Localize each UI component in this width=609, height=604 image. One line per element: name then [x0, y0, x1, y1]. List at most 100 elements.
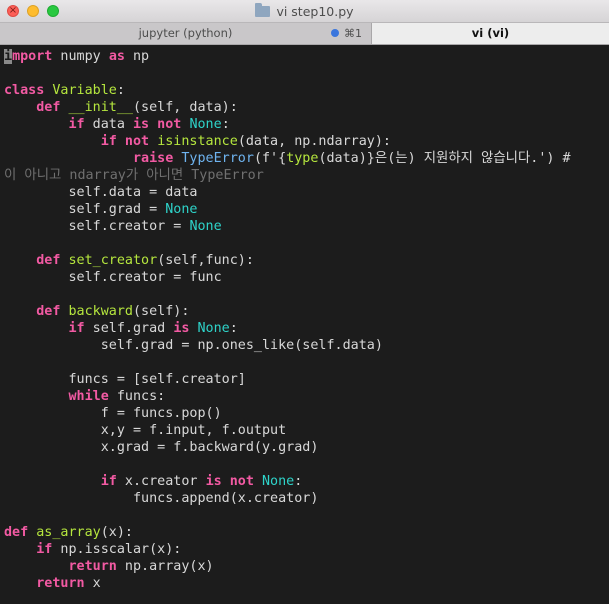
code-line[interactable]: import numpy as np: [4, 48, 149, 65]
code-token: None: [189, 219, 222, 234]
code-token: (self, data):: [133, 100, 238, 115]
code-token: (x):: [100, 525, 133, 540]
code-token: set_creator: [68, 253, 158, 268]
code-token: def: [4, 525, 29, 540]
code-token: def: [36, 304, 61, 319]
code-token: type: [286, 151, 319, 166]
title-bar: × vi step10.py: [0, 0, 609, 23]
code-line[interactable]: def backward(self):: [4, 303, 189, 320]
code-line[interactable]: funcs.append(x.creator): [4, 490, 318, 507]
code-token: TypeError: [181, 151, 254, 166]
code-token: as_array: [36, 525, 101, 540]
code-token: self.grad =: [4, 202, 166, 217]
code-token: f = funcs.pop(): [4, 406, 222, 421]
tab-vi-label: vi (vi): [471, 26, 510, 40]
tab-jupyter[interactable]: jupyter (python) ⌘1: [0, 23, 372, 44]
code-token: (data, np.ndarray):: [237, 134, 391, 149]
code-line[interactable]: x,y = f.input, f.output: [4, 422, 286, 439]
code-token: if not: [100, 134, 150, 149]
code-token: (self):: [133, 304, 190, 319]
code-line[interactable]: self.creator = func: [4, 269, 221, 286]
code-line[interactable]: if not isinstance(data, np.ndarray):: [4, 133, 391, 150]
code-token: backward: [68, 304, 134, 319]
code-token: 이 아니고 ndarray가 아니면 TypeError: [4, 168, 264, 183]
tab-jupyter-label: jupyter (python): [138, 26, 233, 40]
code-token: np: [124, 49, 150, 64]
code-line[interactable]: self.grad = np.ones_like(self.data): [4, 337, 383, 354]
vi-editor[interactable]: import numpy as np class Variable: def __…: [0, 45, 609, 604]
code-token: funcs.append(x.creator): [4, 491, 319, 506]
code-line[interactable]: while funcs:: [4, 388, 166, 405]
code-line[interactable]: if x.creator is not None:: [4, 473, 303, 490]
code-line[interactable]: if self.grad is None:: [4, 320, 238, 337]
code-token: def: [36, 100, 61, 115]
code-line[interactable]: def as_array(x):: [4, 524, 133, 541]
code-line[interactable]: self.creator = None: [4, 218, 222, 235]
code-line[interactable]: x.grad = f.backward(y.grad): [4, 439, 319, 456]
code-line[interactable]: funcs = [self.creator]: [4, 371, 246, 388]
code-token: def: [36, 253, 61, 268]
code-line[interactable]: return x: [4, 575, 101, 592]
code-token: Variable: [52, 83, 117, 98]
code-line[interactable]: f = funcs.pop(): [4, 405, 222, 422]
code-token: funcs:: [108, 389, 166, 404]
tab-vi[interactable]: vi (vi): [372, 23, 609, 44]
code-token: __init__: [68, 100, 134, 115]
code-token: is: [173, 321, 190, 336]
code-token: :: [229, 321, 238, 336]
code-line[interactable]: def __init__(self, data):: [4, 99, 238, 116]
code-line[interactable]: self.grad = None: [4, 201, 197, 218]
code-line[interactable]: self.data = data: [4, 184, 197, 201]
code-token: is not: [205, 474, 254, 489]
code-line[interactable]: return np.array(x): [4, 558, 214, 575]
code-token: is not: [133, 117, 182, 132]
code-line[interactable]: def set_creator(self,func):: [4, 252, 254, 269]
code-token: if: [36, 542, 53, 557]
code-token: None: [189, 117, 222, 132]
code-line[interactable]: 이 아니고 ndarray가 아니면 TypeError: [4, 167, 264, 184]
code-token: funcs = [self.creator]: [4, 372, 246, 387]
tab-shortcut-label: ⌘1: [344, 27, 362, 40]
code-line[interactable]: if data is not None:: [4, 116, 230, 133]
code-token: None: [262, 474, 295, 489]
code-token: raise: [133, 151, 174, 166]
code-token: isinstance: [157, 134, 238, 149]
code-token: data: [84, 117, 133, 132]
code-token: if: [68, 117, 85, 132]
code-token: self.creator =: [4, 219, 190, 234]
code-token: return: [36, 576, 85, 591]
code-token: if: [100, 474, 117, 489]
code-line[interactable]: class Variable:: [4, 82, 125, 99]
code-token: return: [68, 559, 117, 574]
code-token: :: [294, 474, 303, 489]
folder-icon: [255, 3, 271, 17]
code-line[interactable]: raise TypeError(f'{type(data)}은(는) 지원하지 …: [4, 150, 571, 167]
code-token: x,y = f.input, f.output: [4, 423, 287, 438]
code-token: (data)}은(는) 지원하지 않습니다.') #: [318, 151, 571, 166]
code-token: while: [68, 389, 109, 404]
code-token: x: [84, 576, 101, 591]
code-line[interactable]: if np.isscalar(x):: [4, 541, 181, 558]
code-token: np.array(x): [116, 559, 214, 574]
code-token: np.isscalar(x):: [52, 542, 182, 557]
code-token: as: [108, 49, 125, 64]
activity-dot-icon: [331, 29, 339, 37]
code-token: self.grad = np.ones_like(self.data): [4, 338, 383, 353]
code-token: x.grad = f.backward(y.grad): [4, 440, 319, 455]
